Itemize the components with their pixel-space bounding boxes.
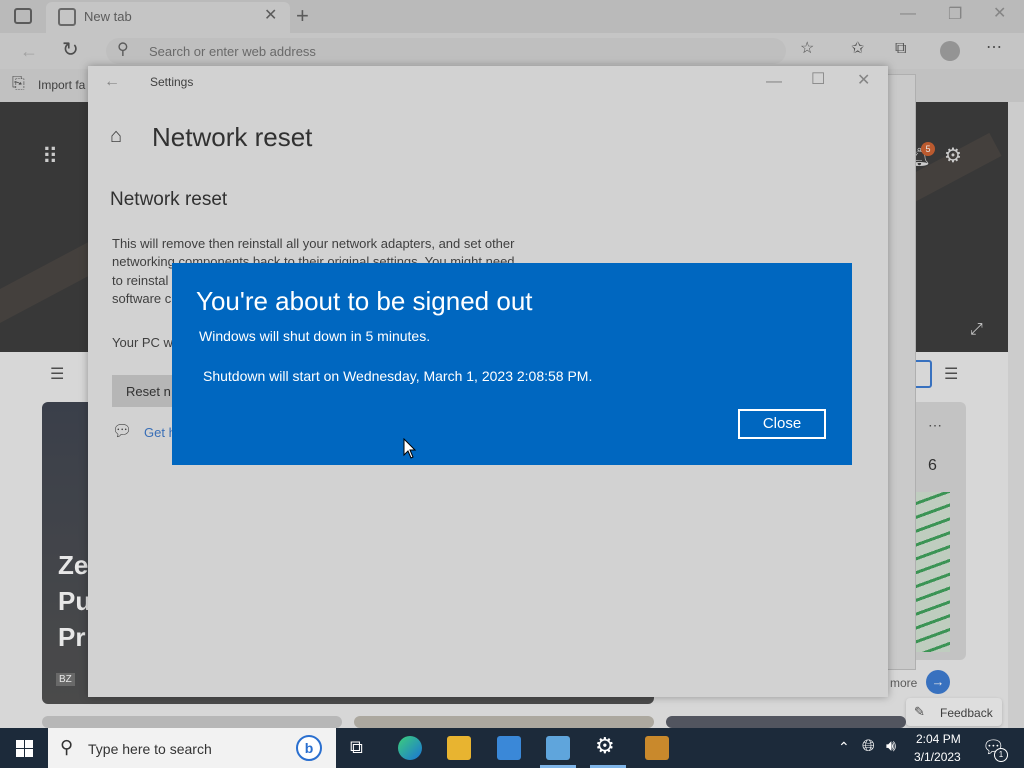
settings-window-title: Settings: [150, 75, 194, 89]
list-view-icon[interactable]: ☰: [944, 367, 958, 383]
dialog-title: You're about to be signed out: [196, 286, 533, 316]
feedback-icon: ✎: [914, 704, 925, 719]
tools-app-icon[interactable]: [645, 736, 669, 760]
notification-badge: 5: [921, 142, 935, 156]
description-line-4: software c: [112, 291, 172, 306]
mouse-cursor-icon: [403, 438, 417, 459]
collections-icon[interactable]: ⧉: [895, 41, 906, 57]
feed-card-bottom-1: [42, 716, 342, 728]
import-favorites-link[interactable]: Import fa: [38, 78, 85, 92]
feed-menu-icon[interactable]: ☰: [50, 367, 64, 383]
taskbar-time[interactable]: 2:04 PM: [916, 732, 961, 746]
feedback-label: Feedback: [940, 706, 993, 720]
pc-restart-note: Your PC w: [112, 335, 173, 350]
page-settings-gear-icon[interactable]: ⚙: [944, 146, 962, 166]
new-tab-icon[interactable]: +: [296, 5, 309, 27]
see-more-arrow-icon[interactable]: →: [926, 670, 950, 694]
minimize-icon[interactable]: —: [900, 6, 916, 22]
dialog-message-2: Shutdown will start on Wednesday, March …: [203, 368, 593, 384]
import-favorites-icon: ⎘: [12, 75, 25, 92]
map-thumbnail: [914, 492, 950, 652]
profile-avatar[interactable]: [940, 41, 960, 61]
restore-icon[interactable]: ❐: [948, 7, 962, 23]
address-placeholder: Search or enter web address: [149, 44, 316, 59]
settings-close-icon[interactable]: ✕: [857, 73, 870, 89]
tray-chevron-icon[interactable]: ⌃: [838, 740, 850, 754]
favorites-icon[interactable]: ✩: [851, 41, 864, 57]
expand-icon[interactable]: ⤢: [970, 322, 983, 338]
settings-back-icon[interactable]: ←: [104, 74, 120, 90]
file-explorer-icon[interactable]: [447, 736, 471, 760]
feed-card-headline-1: Ze: [58, 550, 89, 580]
add-favorite-icon[interactable]: ☆: [800, 41, 814, 57]
feed-number: 6: [928, 457, 937, 474]
page-title: Network reset: [152, 122, 313, 152]
section-title: Network reset: [110, 189, 228, 210]
volume-icon[interactable]: 🔊︎: [886, 739, 896, 755]
more-options-icon[interactable]: ⋯: [986, 40, 1002, 56]
dialog-message-1: Windows will shut down in 5 minutes.: [199, 328, 431, 344]
search-icon: ⚲: [117, 41, 129, 58]
reset-now-label: Reset n: [126, 384, 171, 399]
browser-tab[interactable]: [46, 2, 290, 33]
home-icon[interactable]: ⌂: [110, 126, 122, 146]
get-help-icon: 💬︎: [112, 423, 133, 440]
see-more-link[interactable]: more: [890, 676, 917, 690]
page-scrollbar[interactable]: [1008, 102, 1024, 728]
sidebar-toggle-icon[interactable]: [14, 8, 32, 24]
taskbar-date[interactable]: 3/1/2023: [914, 750, 961, 764]
taskbar-search-icon: ⚲: [60, 737, 74, 757]
settings-app-icon[interactable]: ⚙: [595, 735, 615, 757]
tab-favicon-icon: [58, 8, 76, 26]
bing-icon[interactable]: b: [296, 735, 322, 761]
task-view-icon[interactable]: ⧉: [350, 738, 363, 756]
tab-title: New tab: [84, 9, 132, 24]
feed-card-headline-3: Pr: [58, 622, 86, 652]
window-close-icon[interactable]: ✕: [993, 6, 1006, 22]
feed-card-source: BZ: [56, 673, 75, 686]
action-center-badge: 1: [994, 748, 1008, 762]
taskbar-search-placeholder: Type here to search: [88, 741, 212, 757]
start-windows-icon[interactable]: [16, 740, 33, 757]
store-icon[interactable]: [497, 736, 521, 760]
description-line-3: to reinstal: [112, 273, 169, 288]
signout-dialog: You're about to be signed out Windows wi…: [172, 263, 852, 465]
card-more-icon[interactable]: ⋯: [928, 418, 942, 432]
refresh-icon[interactable]: ↻: [62, 40, 79, 60]
back-arrow-icon[interactable]: ←: [20, 42, 38, 60]
settings-minimize-icon[interactable]: —: [766, 74, 782, 90]
settings-maximize-icon[interactable]: ☐: [811, 72, 825, 88]
edge-browser-icon[interactable]: [398, 736, 422, 760]
dialog-close-button[interactable]: Close: [738, 409, 826, 439]
feed-card-headline-2: Pu: [58, 586, 92, 616]
system-info-icon[interactable]: [546, 736, 570, 760]
description-line-1: This will remove then reinstall all your…: [112, 236, 515, 251]
feed-card-bottom-3: [666, 716, 906, 728]
apps-grid-icon[interactable]: ⠿: [42, 146, 58, 168]
feed-card-bottom-2: [354, 716, 654, 728]
network-globe-icon[interactable]: 🌐︎: [862, 739, 875, 755]
tab-close-icon[interactable]: ✕: [264, 8, 277, 24]
